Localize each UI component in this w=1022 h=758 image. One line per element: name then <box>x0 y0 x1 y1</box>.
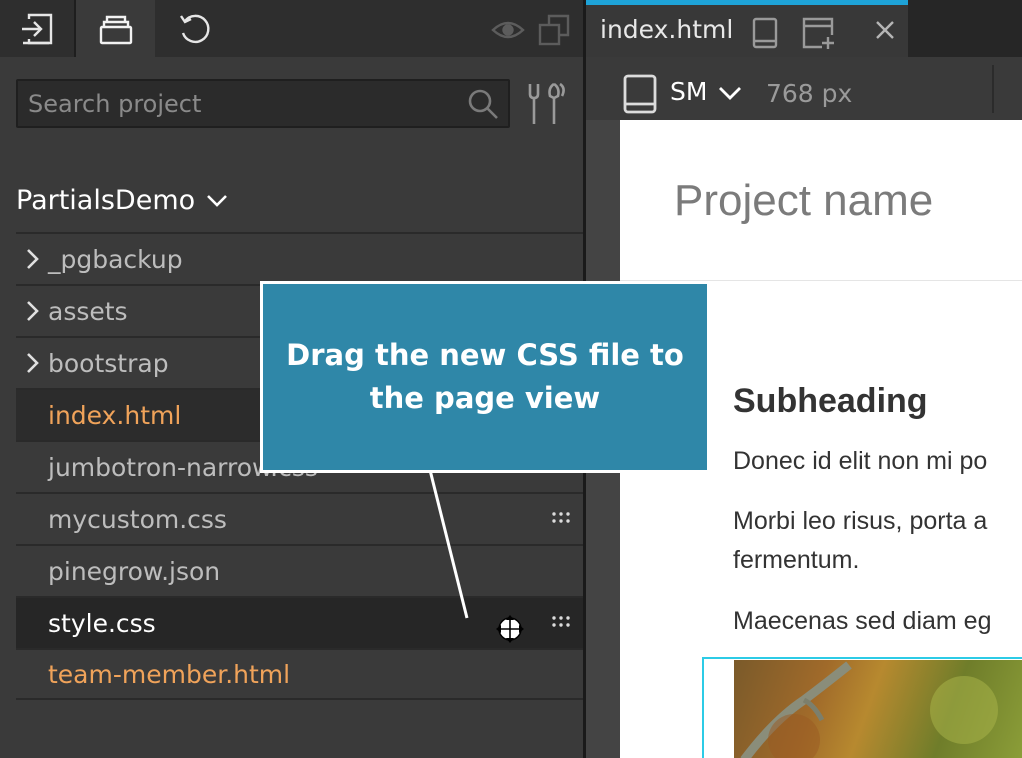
history-button[interactable] <box>155 0 235 57</box>
page-paragraph[interactable]: Maecenas sed diam eg <box>733 601 991 641</box>
chevron-right-icon[interactable] <box>22 352 42 374</box>
device-size-selector[interactable]: SM <box>670 77 707 106</box>
search-box <box>16 79 510 128</box>
close-icon[interactable] <box>874 19 896 41</box>
files-tab-button[interactable] <box>76 0 155 57</box>
project-selector[interactable]: PartialsDemo <box>16 178 229 222</box>
file-item-pinegrow-json[interactable]: pinegrow.json <box>16 544 583 596</box>
file-item-label: _pgbackup <box>48 244 183 274</box>
document-tabs: index.html <box>586 0 1022 57</box>
page-subheading[interactable]: Subheading <box>733 382 928 421</box>
add-page-icon[interactable] <box>800 15 836 51</box>
file-item-label: assets <box>48 296 128 326</box>
device-width: 768 px <box>766 79 853 108</box>
file-item-label: mycustom.css <box>48 504 227 534</box>
undo-history-icon <box>180 14 210 43</box>
tablet-icon[interactable] <box>752 17 778 49</box>
search-input[interactable] <box>28 81 458 126</box>
page-paragraph[interactable]: Morbi leo risus, porta a <box>733 501 987 541</box>
files-stack-icon <box>99 15 132 44</box>
tab-index-html[interactable]: index.html <box>586 0 908 57</box>
panel-toolbar <box>0 0 583 57</box>
page-image[interactable] <box>734 660 1022 758</box>
file-item-label: pinegrow.json <box>48 556 221 586</box>
drag-handle-icon[interactable] <box>551 614 571 630</box>
drag-handle-icon[interactable] <box>551 510 571 526</box>
device-toolbar: SM 768 px <box>586 57 1022 120</box>
file-item-pgbackup[interactable]: _pgbackup <box>16 232 583 284</box>
copy-icon <box>538 14 570 46</box>
chevron-right-icon[interactable] <box>22 248 42 270</box>
project-name: PartialsDemo <box>16 184 196 216</box>
eye-icon <box>491 21 525 39</box>
search-icon[interactable] <box>466 87 500 121</box>
instruction-tooltip: Drag the new CSS file to the page view <box>260 281 710 473</box>
tooltip-text: Drag the new CSS file to the page view <box>286 338 684 415</box>
import-button[interactable] <box>0 0 74 57</box>
chevron-down-icon <box>207 195 228 207</box>
page-paragraph[interactable]: Donec id elit non mi po <box>733 441 987 481</box>
file-item-label: index.html <box>48 400 182 430</box>
page-project-name[interactable]: Project name <box>674 176 933 226</box>
preview-toggle[interactable] <box>490 12 526 48</box>
duplicate-button[interactable] <box>534 10 574 50</box>
chevron-right-icon[interactable] <box>22 300 42 322</box>
file-item-label: team-member.html <box>48 659 291 689</box>
toolbar-divider <box>992 65 994 113</box>
tab-label: index.html <box>600 15 734 44</box>
file-item-team-member-html[interactable]: team-member.html <box>16 648 583 700</box>
import-icon <box>22 13 53 44</box>
chevron-down-icon[interactable] <box>718 83 742 103</box>
page-paragraph[interactable]: fermentum. <box>733 540 859 580</box>
move-cursor-icon <box>496 615 524 643</box>
tablet-icon[interactable] <box>622 73 658 115</box>
file-item-mycustom-css[interactable]: mycustom.css <box>16 492 583 544</box>
file-item-label: style.css <box>48 608 156 638</box>
tools-icon[interactable] <box>524 80 568 128</box>
file-item-label: bootstrap <box>48 348 169 378</box>
branch-image-graphic <box>740 661 998 758</box>
